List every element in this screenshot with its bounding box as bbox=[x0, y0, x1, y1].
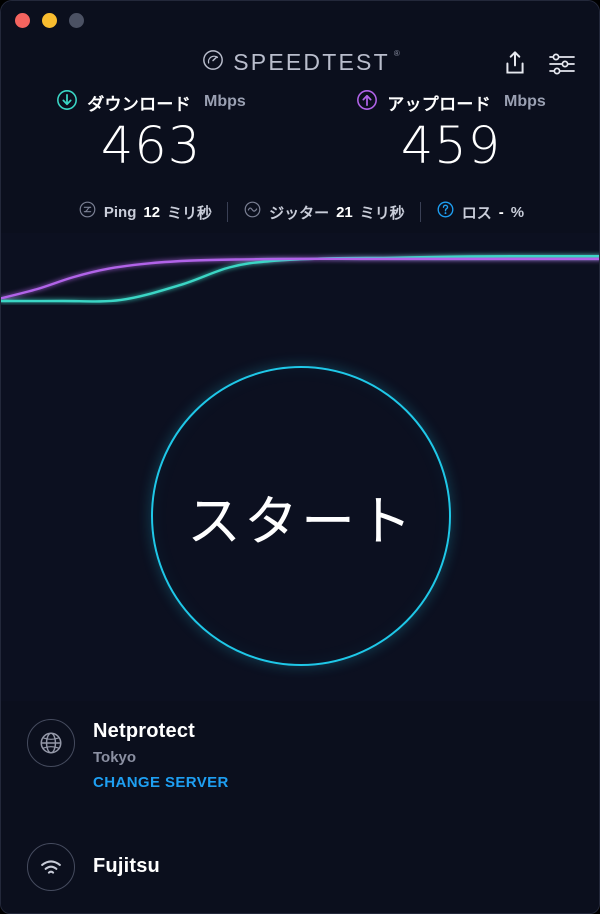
stat-jitter-label: ジッター bbox=[269, 204, 330, 222]
header: SPEEDTEST ® ダウンロード Mbps 463 アップロード Mbps … bbox=[1, 37, 599, 233]
download-arrow-icon bbox=[56, 89, 78, 116]
start-test-button[interactable]: スタート bbox=[151, 366, 451, 666]
server-name: Netprotect bbox=[93, 720, 196, 742]
server-details: Netprotect Tokyo CHANGE SERVER bbox=[93, 719, 229, 791]
graph-line-upload bbox=[1, 257, 599, 300]
ping-icon bbox=[78, 200, 97, 224]
start-test-label: スタート bbox=[187, 489, 415, 553]
stat-ping: Ping 12 ミリ秒 bbox=[78, 200, 212, 224]
metric-upload-value: 459 bbox=[400, 117, 502, 176]
brand-name: SPEEDTEST bbox=[233, 48, 390, 75]
brand-registered-mark: ® bbox=[393, 49, 400, 58]
connection-name: Fujitsu bbox=[93, 855, 160, 877]
share-icon[interactable] bbox=[501, 49, 529, 77]
server-section: Netprotect Tokyo CHANGE SERVER bbox=[1, 701, 599, 819]
server-location: Tokyo bbox=[93, 749, 137, 766]
metric-upload-header: アップロード Mbps bbox=[301, 87, 599, 117]
stat-ping-unit: ミリ秒 bbox=[167, 204, 213, 222]
speedtest-window: SPEEDTEST ® ダウンロード Mbps 463 アップロード Mbps … bbox=[0, 0, 600, 914]
metric-download-unit: Mbps bbox=[204, 93, 246, 110]
metric-download-label: ダウンロード bbox=[87, 94, 192, 114]
graph-line-download bbox=[1, 254, 599, 303]
stat-ping-label: Ping bbox=[103, 203, 137, 221]
metrics-row: ダウンロード Mbps 463 アップロード Mbps 459 bbox=[1, 87, 599, 195]
stat-jitter-unit: ミリ秒 bbox=[359, 204, 405, 222]
speedtest-gauge-icon bbox=[202, 49, 224, 76]
window-close-button[interactable] bbox=[15, 13, 30, 28]
globe-icon bbox=[27, 719, 75, 767]
graph-canvas bbox=[1, 254, 599, 303]
connection-section[interactable]: Fujitsu bbox=[1, 819, 599, 913]
metric-upload-unit: Mbps bbox=[504, 93, 546, 110]
stat-divider bbox=[227, 202, 229, 222]
settings-sliders-icon[interactable] bbox=[547, 51, 577, 77]
metric-download-header: ダウンロード Mbps bbox=[1, 87, 301, 117]
window-zoom-button bbox=[69, 13, 84, 28]
stat-divider bbox=[419, 202, 421, 222]
jitter-icon bbox=[243, 200, 262, 224]
wifi-icon bbox=[27, 842, 75, 891]
metric-upload: アップロード Mbps 459 bbox=[301, 87, 599, 195]
window-titlebar bbox=[1, 1, 599, 37]
loss-help-icon[interactable] bbox=[436, 200, 455, 224]
stat-loss-unit: % bbox=[510, 203, 525, 221]
stat-jitter: ジッター 21 ミリ秒 bbox=[243, 200, 405, 224]
speed-history-graph bbox=[1, 233, 599, 305]
stat-loss-label: ロス bbox=[461, 204, 492, 222]
stat-ping-value: 12 bbox=[143, 203, 161, 221]
upload-arrow-icon bbox=[356, 89, 378, 116]
window-minimize-button[interactable] bbox=[42, 13, 57, 28]
change-server-link[interactable]: CHANGE SERVER bbox=[93, 774, 229, 791]
stat-loss-value: - bbox=[498, 203, 504, 221]
stat-loss: ロス - % bbox=[436, 200, 524, 224]
stat-jitter-value: 21 bbox=[336, 203, 353, 221]
metric-upload-label: アップロード bbox=[387, 94, 492, 114]
metric-download: ダウンロード Mbps 463 bbox=[1, 87, 301, 195]
metric-download-value: 463 bbox=[100, 117, 202, 176]
network-stats-row: Ping 12 ミリ秒 ジッター 21 ミリ秒 ロス - % bbox=[1, 195, 599, 229]
